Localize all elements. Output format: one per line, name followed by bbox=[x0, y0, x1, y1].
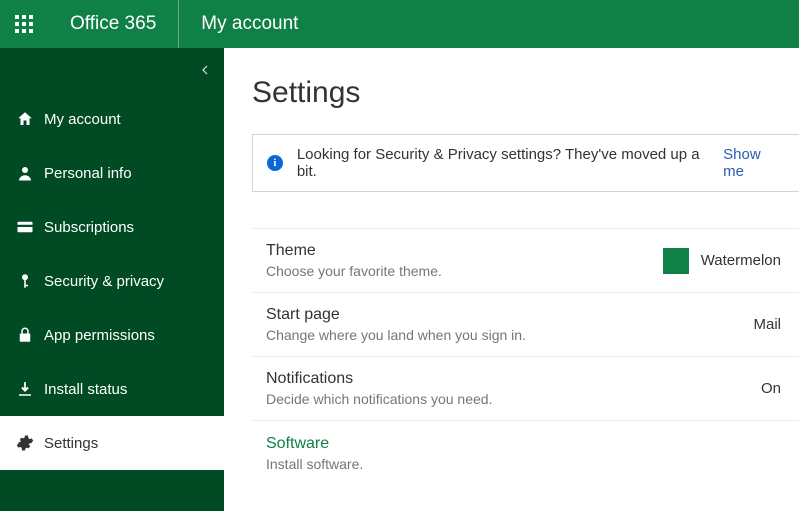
waffle-icon bbox=[15, 15, 33, 33]
info-show-me-link[interactable]: Show me bbox=[723, 146, 785, 180]
home-icon bbox=[16, 110, 44, 128]
row-desc: Install software. bbox=[266, 456, 363, 472]
sidebar-item-security-privacy[interactable]: Security & privacy bbox=[0, 254, 224, 308]
sidebar-item-settings[interactable]: Settings bbox=[0, 416, 224, 470]
sidebar-item-label: My account bbox=[44, 111, 121, 128]
info-text: Looking for Security & Privacy settings?… bbox=[297, 146, 719, 180]
sidebar-item-subscriptions[interactable]: Subscriptions bbox=[0, 200, 224, 254]
settings-row-start-page[interactable]: Start page Change where you land when yo… bbox=[252, 293, 799, 357]
info-banner: i Looking for Security & Privacy setting… bbox=[252, 134, 799, 192]
row-title: Software bbox=[266, 435, 363, 453]
settings-row-notifications[interactable]: Notifications Decide which notifications… bbox=[252, 357, 799, 421]
person-icon bbox=[16, 164, 44, 182]
page-title: Settings bbox=[252, 76, 799, 110]
sidebar-item-label: Settings bbox=[44, 435, 98, 452]
card-icon bbox=[16, 218, 44, 236]
top-bar: Office 365 My account bbox=[0, 0, 799, 48]
row-desc: Change where you land when you sign in. bbox=[266, 327, 526, 343]
row-value: Mail bbox=[753, 316, 781, 333]
key-icon bbox=[16, 272, 44, 290]
row-title: Notifications bbox=[266, 370, 492, 388]
sidebar-item-label: Subscriptions bbox=[44, 219, 134, 236]
main-content: Settings i Looking for Security & Privac… bbox=[224, 48, 799, 511]
sidebar-item-install-status[interactable]: Install status bbox=[0, 362, 224, 416]
row-value: On bbox=[761, 380, 781, 397]
sidebar-item-personal-info[interactable]: Personal info bbox=[0, 146, 224, 200]
download-icon bbox=[16, 380, 44, 398]
theme-value: Watermelon bbox=[701, 252, 781, 269]
row-desc: Choose your favorite theme. bbox=[266, 263, 442, 279]
lock-icon bbox=[16, 326, 44, 344]
chevron-left-icon bbox=[200, 65, 210, 75]
sidebar-item-label: App permissions bbox=[44, 327, 155, 344]
app-launcher-button[interactable] bbox=[0, 0, 48, 48]
gear-icon bbox=[16, 434, 44, 452]
settings-list: Theme Choose your favorite theme. Waterm… bbox=[252, 228, 799, 485]
sidebar-item-my-account[interactable]: My account bbox=[0, 92, 224, 146]
info-icon: i bbox=[267, 155, 283, 171]
collapse-sidebar-button[interactable] bbox=[200, 64, 210, 78]
row-value: Watermelon bbox=[663, 248, 781, 274]
settings-row-software[interactable]: Software Install software. bbox=[252, 421, 799, 485]
brand-link[interactable]: Office 365 bbox=[48, 0, 179, 48]
row-title: Start page bbox=[266, 306, 526, 324]
row-title: Theme bbox=[266, 242, 442, 260]
sidebar-item-label: Install status bbox=[44, 381, 127, 398]
row-desc: Decide which notifications you need. bbox=[266, 391, 492, 407]
header-subtitle: My account bbox=[179, 0, 320, 48]
sidebar-item-label: Personal info bbox=[44, 165, 132, 182]
sidebar-item-app-permissions[interactable]: App permissions bbox=[0, 308, 224, 362]
sidebar: My account Personal info Subscriptions S… bbox=[0, 48, 224, 511]
theme-swatch bbox=[663, 248, 689, 274]
settings-row-theme[interactable]: Theme Choose your favorite theme. Waterm… bbox=[252, 229, 799, 293]
sidebar-item-label: Security & privacy bbox=[44, 273, 164, 290]
